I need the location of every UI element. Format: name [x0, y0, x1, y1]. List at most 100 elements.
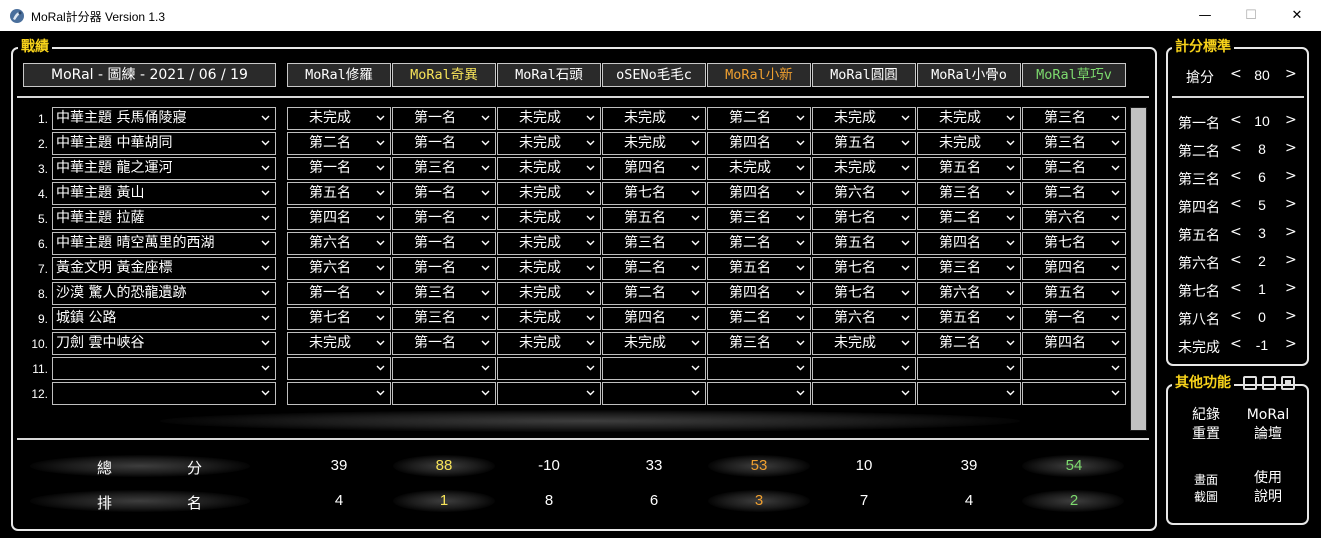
result-select[interactable]: 第七名 [1022, 232, 1126, 255]
result-select[interactable]: 第五名 [917, 307, 1021, 330]
result-select[interactable]: 第五名 [917, 157, 1021, 180]
result-select[interactable]: 第四名 [1022, 257, 1126, 280]
result-select[interactable]: 未完成 [287, 107, 391, 130]
result-select[interactable] [287, 382, 391, 405]
reset-record-button[interactable]: 紀錄 重置 [1178, 406, 1234, 444]
increase-button[interactable]: > [1285, 252, 1297, 268]
result-select[interactable]: 第五名 [812, 232, 916, 255]
result-select[interactable]: 第七名 [812, 207, 916, 230]
decrease-button[interactable]: < [1230, 196, 1242, 212]
close-button[interactable]: ✕ [1274, 0, 1320, 31]
result-select[interactable]: 第一名 [392, 182, 496, 205]
result-select[interactable]: 第一名 [392, 207, 496, 230]
window-layout-icon-2[interactable] [1262, 376, 1276, 390]
decrease-button[interactable]: < [1230, 168, 1242, 184]
window-layout-icon-3[interactable] [1281, 376, 1295, 390]
result-select[interactable]: 第三名 [1022, 107, 1126, 130]
result-select[interactable]: 第二名 [602, 282, 706, 305]
result-select[interactable]: 未完成 [917, 107, 1021, 130]
result-select[interactable] [1022, 382, 1126, 405]
decrease-button[interactable]: < [1230, 308, 1242, 324]
result-select[interactable]: 第四名 [707, 132, 811, 155]
result-select[interactable] [812, 357, 916, 380]
map-select[interactable]: 刀劍 雲中峽谷 [52, 332, 276, 355]
table-scrollbar[interactable] [1130, 107, 1147, 431]
result-select[interactable]: 第六名 [812, 307, 916, 330]
result-select[interactable]: 第三名 [1022, 132, 1126, 155]
result-select[interactable]: 未完成 [497, 307, 601, 330]
increase-button[interactable]: > [1285, 168, 1297, 184]
result-select[interactable]: 第七名 [287, 307, 391, 330]
result-select[interactable]: 第四名 [287, 207, 391, 230]
minimize-button[interactable]: — [1182, 0, 1228, 31]
result-select[interactable] [497, 357, 601, 380]
increase-button[interactable]: > [1285, 196, 1297, 212]
result-select[interactable]: 第五名 [1022, 282, 1126, 305]
result-select[interactable]: 第二名 [1022, 157, 1126, 180]
result-select[interactable]: 第五名 [287, 182, 391, 205]
grab-score-increase-button[interactable]: > [1285, 66, 1297, 82]
map-select[interactable]: 中華主題 中華胡同 [52, 132, 276, 155]
result-select[interactable]: 第六名 [812, 182, 916, 205]
result-select[interactable]: 第一名 [392, 132, 496, 155]
decrease-button[interactable]: < [1230, 140, 1242, 156]
map-select[interactable]: 黃金文明 黃金座標 [52, 257, 276, 280]
screenshot-button[interactable]: 畫面 截圖 [1178, 472, 1234, 506]
result-select[interactable]: 未完成 [497, 132, 601, 155]
result-select[interactable]: 第三名 [392, 282, 496, 305]
decrease-button[interactable]: < [1230, 280, 1242, 296]
result-select[interactable]: 第三名 [707, 332, 811, 355]
help-button[interactable]: 使用 說明 [1240, 469, 1296, 507]
result-select[interactable]: 第一名 [287, 157, 391, 180]
result-select[interactable]: 未完成 [497, 207, 601, 230]
result-select[interactable]: 第三名 [392, 307, 496, 330]
result-select[interactable]: 未完成 [287, 332, 391, 355]
result-select[interactable]: 未完成 [917, 132, 1021, 155]
result-select[interactable]: 第一名 [392, 107, 496, 130]
result-select[interactable] [392, 357, 496, 380]
result-select[interactable]: 第四名 [707, 182, 811, 205]
result-select[interactable]: 第一名 [287, 282, 391, 305]
result-select[interactable] [917, 357, 1021, 380]
result-select[interactable] [917, 382, 1021, 405]
result-select[interactable]: 第一名 [1022, 307, 1126, 330]
result-select[interactable]: 第五名 [602, 207, 706, 230]
result-select[interactable]: 第二名 [287, 132, 391, 155]
result-select[interactable] [707, 382, 811, 405]
result-select[interactable]: 第三名 [707, 207, 811, 230]
increase-button[interactable]: > [1285, 308, 1297, 324]
result-select[interactable]: 未完成 [602, 132, 706, 155]
forum-button[interactable]: MoRal 論壇 [1240, 406, 1296, 444]
grab-score-decrease-button[interactable]: < [1230, 66, 1242, 82]
result-select[interactable]: 第一名 [392, 257, 496, 280]
result-select[interactable] [707, 357, 811, 380]
result-select[interactable]: 未完成 [602, 332, 706, 355]
map-select[interactable]: 中華主題 拉薩 [52, 207, 276, 230]
result-select[interactable] [602, 382, 706, 405]
result-select[interactable]: 第一名 [392, 232, 496, 255]
map-select[interactable]: 中華主題 晴空萬里的西湖 [52, 232, 276, 255]
result-select[interactable] [1022, 357, 1126, 380]
maximize-button[interactable]: ☐ [1228, 0, 1274, 31]
result-select[interactable] [287, 357, 391, 380]
result-select[interactable]: 第四名 [1022, 332, 1126, 355]
scrollbar-thumb[interactable] [1131, 108, 1146, 430]
result-select[interactable]: 未完成 [812, 332, 916, 355]
result-select[interactable]: 第二名 [707, 307, 811, 330]
result-select[interactable]: 第二名 [917, 332, 1021, 355]
result-select[interactable]: 第三名 [917, 182, 1021, 205]
window-layout-icon-1[interactable] [1243, 376, 1257, 390]
increase-button[interactable]: > [1285, 336, 1297, 352]
result-select[interactable]: 第六名 [287, 257, 391, 280]
result-select[interactable] [497, 382, 601, 405]
increase-button[interactable]: > [1285, 280, 1297, 296]
result-select[interactable] [812, 382, 916, 405]
map-select[interactable]: 城鎮 公路 [52, 307, 276, 330]
result-select[interactable]: 第七名 [812, 257, 916, 280]
result-select[interactable]: 未完成 [812, 107, 916, 130]
result-select[interactable]: 第二名 [917, 207, 1021, 230]
result-select[interactable]: 第七名 [812, 282, 916, 305]
result-select[interactable]: 第五名 [812, 132, 916, 155]
result-select[interactable]: 第一名 [392, 332, 496, 355]
result-select[interactable]: 未完成 [497, 257, 601, 280]
